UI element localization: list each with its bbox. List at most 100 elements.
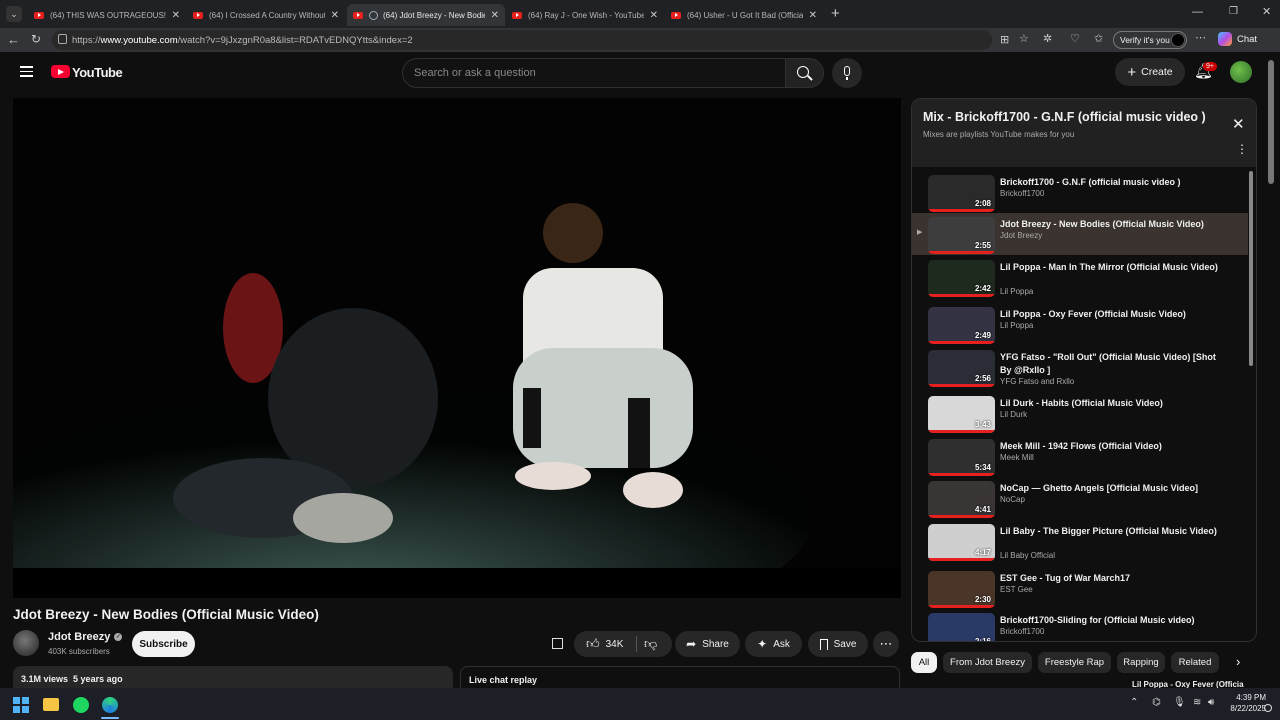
browser-tab-1[interactable]: (64) THIS WAS OUTRAGEOUS! Lo ✕ xyxy=(28,4,186,26)
favorites-icon[interactable]: ✩ xyxy=(1094,32,1103,45)
playlist-item[interactable]: 3:43 Lil Durk - Habits (Official Music Vi… xyxy=(912,392,1248,434)
maximize-window-icon[interactable]: ❐ xyxy=(1229,6,1238,17)
chip-related[interactable]: Related xyxy=(1171,652,1219,673)
now-playing-indicator-icon: ▶ xyxy=(917,229,923,236)
playlist-item[interactable]: 2:49 Lil Poppa - Oxy Fever (Official Musi… xyxy=(912,303,1248,345)
search-button[interactable] xyxy=(786,58,824,88)
playlist-thumbnail[interactable]: 2:30 xyxy=(928,571,995,608)
volume-icon[interactable]: 🔊︎ xyxy=(1208,697,1214,708)
refresh-icon[interactable]: ↻ xyxy=(31,32,41,46)
back-arrow-icon[interactable]: ← xyxy=(7,32,20,47)
playlist-item[interactable]: 2:08 Brickoff1700 - G.N.F (official music… xyxy=(912,171,1248,212)
like-count[interactable]: 34K xyxy=(606,639,624,650)
share-button[interactable]: ➦ Share xyxy=(675,631,740,657)
favorite-star-icon[interactable]: ☆ xyxy=(1019,32,1029,45)
verify-profile-button[interactable]: Verify it's you xyxy=(1113,31,1187,49)
new-tab-plus-icon[interactable]: + xyxy=(831,5,840,22)
playlist-item-current[interactable]: ▶ 2:55 Jdot Breezy - New Bodies (Official … xyxy=(912,213,1248,255)
playlist-thumbnail[interactable]: 2:08 xyxy=(928,175,995,212)
playlist-thumbnail[interactable]: 3:43 xyxy=(928,396,995,433)
playlist-thumbnail[interactable]: 4:41 xyxy=(928,481,995,518)
playlist-title[interactable]: Mix - Brickoff1700 - G.N.F (official mus… xyxy=(923,110,1206,124)
minimize-window-icon[interactable]: — xyxy=(1192,6,1203,18)
voice-search-button[interactable] xyxy=(832,58,862,88)
playlist-thumbnail[interactable]: 2:42 xyxy=(928,260,995,297)
site-info-icon[interactable] xyxy=(58,34,67,44)
thumbs-down-icon[interactable]: 👎︎ xyxy=(644,636,657,652)
more-actions-button[interactable]: ⋯ xyxy=(873,631,899,657)
guide-menu-icon[interactable] xyxy=(20,66,33,77)
chip-all[interactable]: All xyxy=(911,652,937,673)
url-field[interactable]: https://www.youtube.com/watch?v=9jJxzgnR… xyxy=(52,30,992,50)
playlist-item-title: EST Gee - Tug of War March17 xyxy=(1000,573,1131,583)
playlist-scrollbar[interactable] xyxy=(1249,171,1253,366)
playlist-item[interactable]: 2:42 Lil Poppa - Man In The Mirror (Offic… xyxy=(912,256,1248,302)
channel-avatar[interactable] xyxy=(13,630,39,656)
close-tab-icon[interactable]: ✕ xyxy=(809,10,817,21)
chip-rapping[interactable]: Rapping xyxy=(1117,652,1165,673)
playlist-item[interactable]: 4:17 Lil Baby - The Bigger Picture (Offic… xyxy=(912,520,1248,566)
close-tab-icon[interactable]: ✕ xyxy=(172,10,180,21)
browser-tab-5[interactable]: (64) Usher - U Got It Bad (Official V ✕ xyxy=(665,4,823,26)
description-box[interactable]: 3.1M views 5 years ago xyxy=(13,666,453,688)
close-tab-icon[interactable]: ✕ xyxy=(491,10,499,21)
playlist-item[interactable]: 4:41 NoCap — Ghetto Angels [Official Musi… xyxy=(912,477,1248,519)
playlist-item-title: Jdot Breezy - New Bodies (Official Music… xyxy=(1000,219,1204,229)
app-available-icon[interactable]: ⊞ xyxy=(1000,33,1009,46)
live-chat-replay-header[interactable]: Live chat replay xyxy=(460,666,900,688)
video-duration: 2:49 xyxy=(974,331,991,340)
thumbs-up-icon[interactable]: 👍︎ xyxy=(586,636,600,652)
close-window-icon[interactable]: ✕ xyxy=(1262,5,1271,18)
next-recommendation-title[interactable]: Lil Poppa - Oxy Fever (Officia xyxy=(1132,680,1244,688)
close-tab-icon[interactable]: ✕ xyxy=(331,10,339,21)
playlist-thumbnail[interactable]: 2:16 xyxy=(928,613,995,641)
taskbar-clock[interactable]: 4:39 PM 8/22/2025 xyxy=(1226,692,1266,714)
windows-start-icon[interactable] xyxy=(13,697,29,713)
tab-actions-chevron-icon[interactable]: ⌄ xyxy=(6,6,22,22)
network-drive-icon[interactable]: ⌬ xyxy=(1152,697,1161,708)
file-explorer-icon[interactable] xyxy=(43,698,59,711)
playlist-item[interactable]: 2:30 EST Gee - Tug of War March17 EST Gee xyxy=(912,567,1248,609)
apps-grid-icon[interactable] xyxy=(552,638,563,649)
subscribe-button[interactable]: Subscribe xyxy=(132,631,195,657)
playlist-thumbnail[interactable]: 4:17 xyxy=(928,524,995,561)
playlist-menu-dots-icon[interactable]: ⋮ xyxy=(1236,143,1248,155)
playlist-item[interactable]: 2:56 YFG Fatso - "Roll Out" (Official Mus… xyxy=(912,346,1248,392)
youtube-logo[interactable]: YouTube xyxy=(51,65,123,80)
video-player[interactable] xyxy=(13,98,901,598)
channel-name-link[interactable]: Jdot Breezy ✓ xyxy=(48,631,123,643)
chips-next-chevron-icon[interactable]: › xyxy=(1236,654,1240,669)
browser-tab-4[interactable]: (64) Ray J - One Wish - YouTube ✕ xyxy=(506,4,664,26)
playlist-item[interactable]: 5:34 Meek Mill - 1942 Flows (Official Vid… xyxy=(912,435,1248,477)
account-avatar[interactable] xyxy=(1230,61,1252,83)
chip-freestyle-rap[interactable]: Freestyle Rap xyxy=(1038,652,1111,673)
save-button[interactable]: Save xyxy=(808,631,868,657)
playlist-thumbnail[interactable]: 2:56 xyxy=(928,350,995,387)
browser-essentials-icon[interactable]: ♡ xyxy=(1070,32,1080,45)
wifi-icon[interactable]: ≋ xyxy=(1193,697,1201,708)
notification-center-icon[interactable] xyxy=(1264,704,1272,712)
video-duration: 2:42 xyxy=(974,284,991,293)
chip-from-channel[interactable]: From Jdot Breezy xyxy=(943,652,1032,673)
show-hidden-icons-chevron-icon[interactable]: ⌃ xyxy=(1130,697,1138,708)
ask-button[interactable]: ✦ Ask xyxy=(745,631,802,657)
watched-progress-bar xyxy=(928,384,995,387)
browser-tab-3-active[interactable]: (64) Jdot Breezy - New Bodies ✕ xyxy=(347,4,505,26)
browser-tab-2[interactable]: (64) I Crossed A Country Without ✕ xyxy=(187,4,345,26)
playlist-item[interactable]: 2:16 Brickoff1700-Sliding for (Official M… xyxy=(912,609,1248,641)
create-button[interactable]: + Create xyxy=(1115,58,1185,86)
playlist-thumbnail[interactable]: 5:34 xyxy=(928,439,995,476)
page-scrollbar[interactable] xyxy=(1268,60,1274,184)
playlist-thumbnail[interactable]: 2:49 xyxy=(928,307,995,344)
microphone-tray-icon[interactable]: 🎙︎ xyxy=(1173,697,1186,708)
close-playlist-icon[interactable]: ✕ xyxy=(1232,115,1245,133)
spotify-icon[interactable] xyxy=(73,697,89,713)
search-input[interactable]: Search or ask a question xyxy=(402,58,786,88)
extensions-puzzle-icon[interactable]: ✲ xyxy=(1043,32,1052,45)
edge-browser-icon[interactable] xyxy=(102,697,118,713)
close-tab-icon[interactable]: ✕ xyxy=(650,10,658,21)
playlist-thumbnail[interactable]: 2:55 xyxy=(928,217,995,254)
copilot-chat-button[interactable]: Chat xyxy=(1218,32,1257,46)
more-menu-icon[interactable]: ⋯ xyxy=(1195,31,1206,44)
audio-playing-icon[interactable] xyxy=(369,10,378,20)
